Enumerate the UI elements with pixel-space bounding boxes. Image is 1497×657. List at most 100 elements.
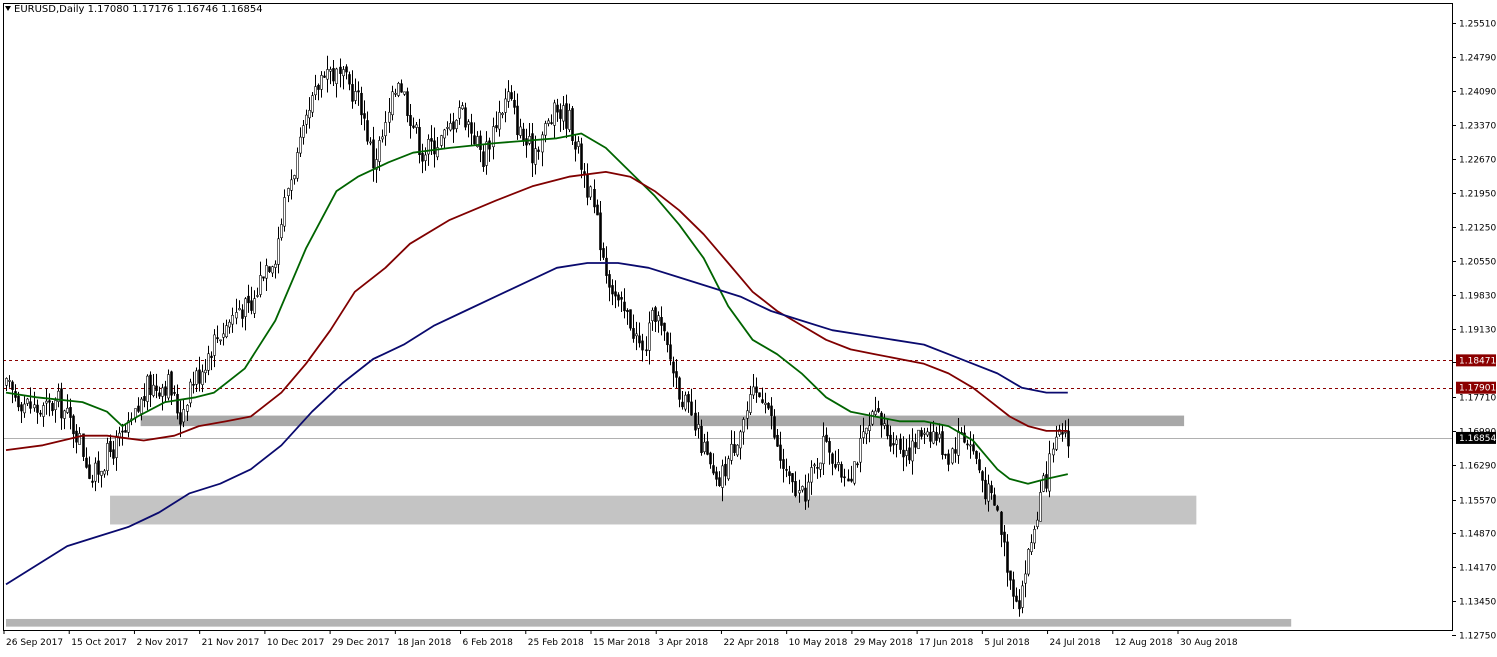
candle-body [8,380,11,382]
candle-body [840,464,843,478]
candle-body [687,394,690,403]
candle-body [94,462,97,482]
candle-body [17,395,20,408]
candle-body [599,212,602,251]
candle-body [577,141,580,147]
candle-body [736,444,739,456]
candle-body [384,122,387,137]
candle-body [164,386,167,396]
candle-body [611,285,614,295]
candle-body [886,424,889,437]
candle-body [926,431,929,436]
candle-body [580,143,583,170]
candle-body [712,465,715,474]
candle-body [253,298,256,314]
candle-body [654,307,657,322]
candle-body [461,105,464,110]
candle-body [433,140,436,155]
candle-body [804,487,807,502]
x-tick-label: 21 Nov 2017 [202,638,260,648]
candle-body [635,333,638,337]
candle-body [39,412,42,415]
candle-body [889,434,892,447]
candle-body [42,405,45,417]
candle-body [424,154,427,161]
price-chart[interactable]: 1.25510 1.24790 1.24090 1.23370 1.22670 1.219… [0,0,1497,653]
x-tick-label: 15 Oct 2017 [71,638,127,648]
candle-body [443,129,446,139]
candle-body [920,430,923,437]
candle-body [152,384,155,396]
candle-body [201,371,204,385]
y-tick-label: 1.21950 [1459,190,1496,200]
low-value: 1.16746 [176,4,219,15]
candle-body [935,432,938,441]
candle-body [764,402,767,405]
candle-body [819,462,822,470]
y-tick-label: 1.19130 [1459,326,1496,336]
candle-body [672,361,675,374]
candle-body [954,449,957,454]
candle-body [287,188,290,197]
candle-body [574,141,577,150]
candle-body [195,370,198,385]
candle-body [82,433,85,457]
candle-body [488,140,491,150]
chart-window[interactable]: 1.25510 1.24790 1.24090 1.23370 1.22670 1.219… [0,0,1497,653]
candle-body [1024,573,1027,584]
candle-body [204,369,207,374]
candle-body [440,135,443,146]
candle-body [66,407,69,413]
candle-body [944,453,947,456]
candle-body [36,404,39,413]
candle-body [381,136,384,140]
dropdown-triangle-icon[interactable] [5,6,11,11]
candle-body [354,91,357,101]
candle-body [394,92,397,95]
candle-body [345,66,348,73]
candle-body [684,394,687,410]
candle-body [1009,570,1012,581]
candle-body [277,238,280,265]
candle-body [495,125,498,129]
candle-body [1064,431,1067,434]
candle-body [510,92,513,100]
candle-body [801,486,804,491]
candle-body [23,403,26,414]
candle-body [856,463,859,466]
candle-body [755,386,758,393]
candle-body [929,431,932,442]
high-value: 1.17176 [132,4,174,15]
candle-body [700,425,703,453]
candle-body [366,120,369,142]
candle-body [72,415,75,435]
candle-body [504,98,507,113]
candle-body [519,126,522,136]
chart-header: EURUSD,Daily 1.17080 1.17176 1.16746 1.1… [5,4,263,15]
candle-body [265,265,268,279]
candle-body [88,464,91,479]
candle-body [268,266,271,272]
candle-body [158,392,161,397]
candle-body [262,276,265,279]
candle-body [26,398,29,404]
y-tick-label: 1.15570 [1459,497,1496,507]
candle-body [1061,432,1064,435]
candle-body [78,433,81,445]
candle-body [534,148,537,165]
candle-body [317,84,320,90]
candle-body [412,125,415,128]
candle-body [544,123,547,136]
candle-body [877,408,880,412]
candle-body [758,392,761,398]
zone-bottom [6,618,1292,627]
candle-body [987,483,990,502]
candle-body [455,119,458,130]
candle-body [905,450,908,456]
candle-body [63,410,66,419]
candle-body [216,337,219,340]
candle-body [990,485,993,494]
candle-body [1006,541,1009,573]
candle-body [513,99,516,108]
x-tick-label: 17 Jun 2018 [919,638,973,648]
